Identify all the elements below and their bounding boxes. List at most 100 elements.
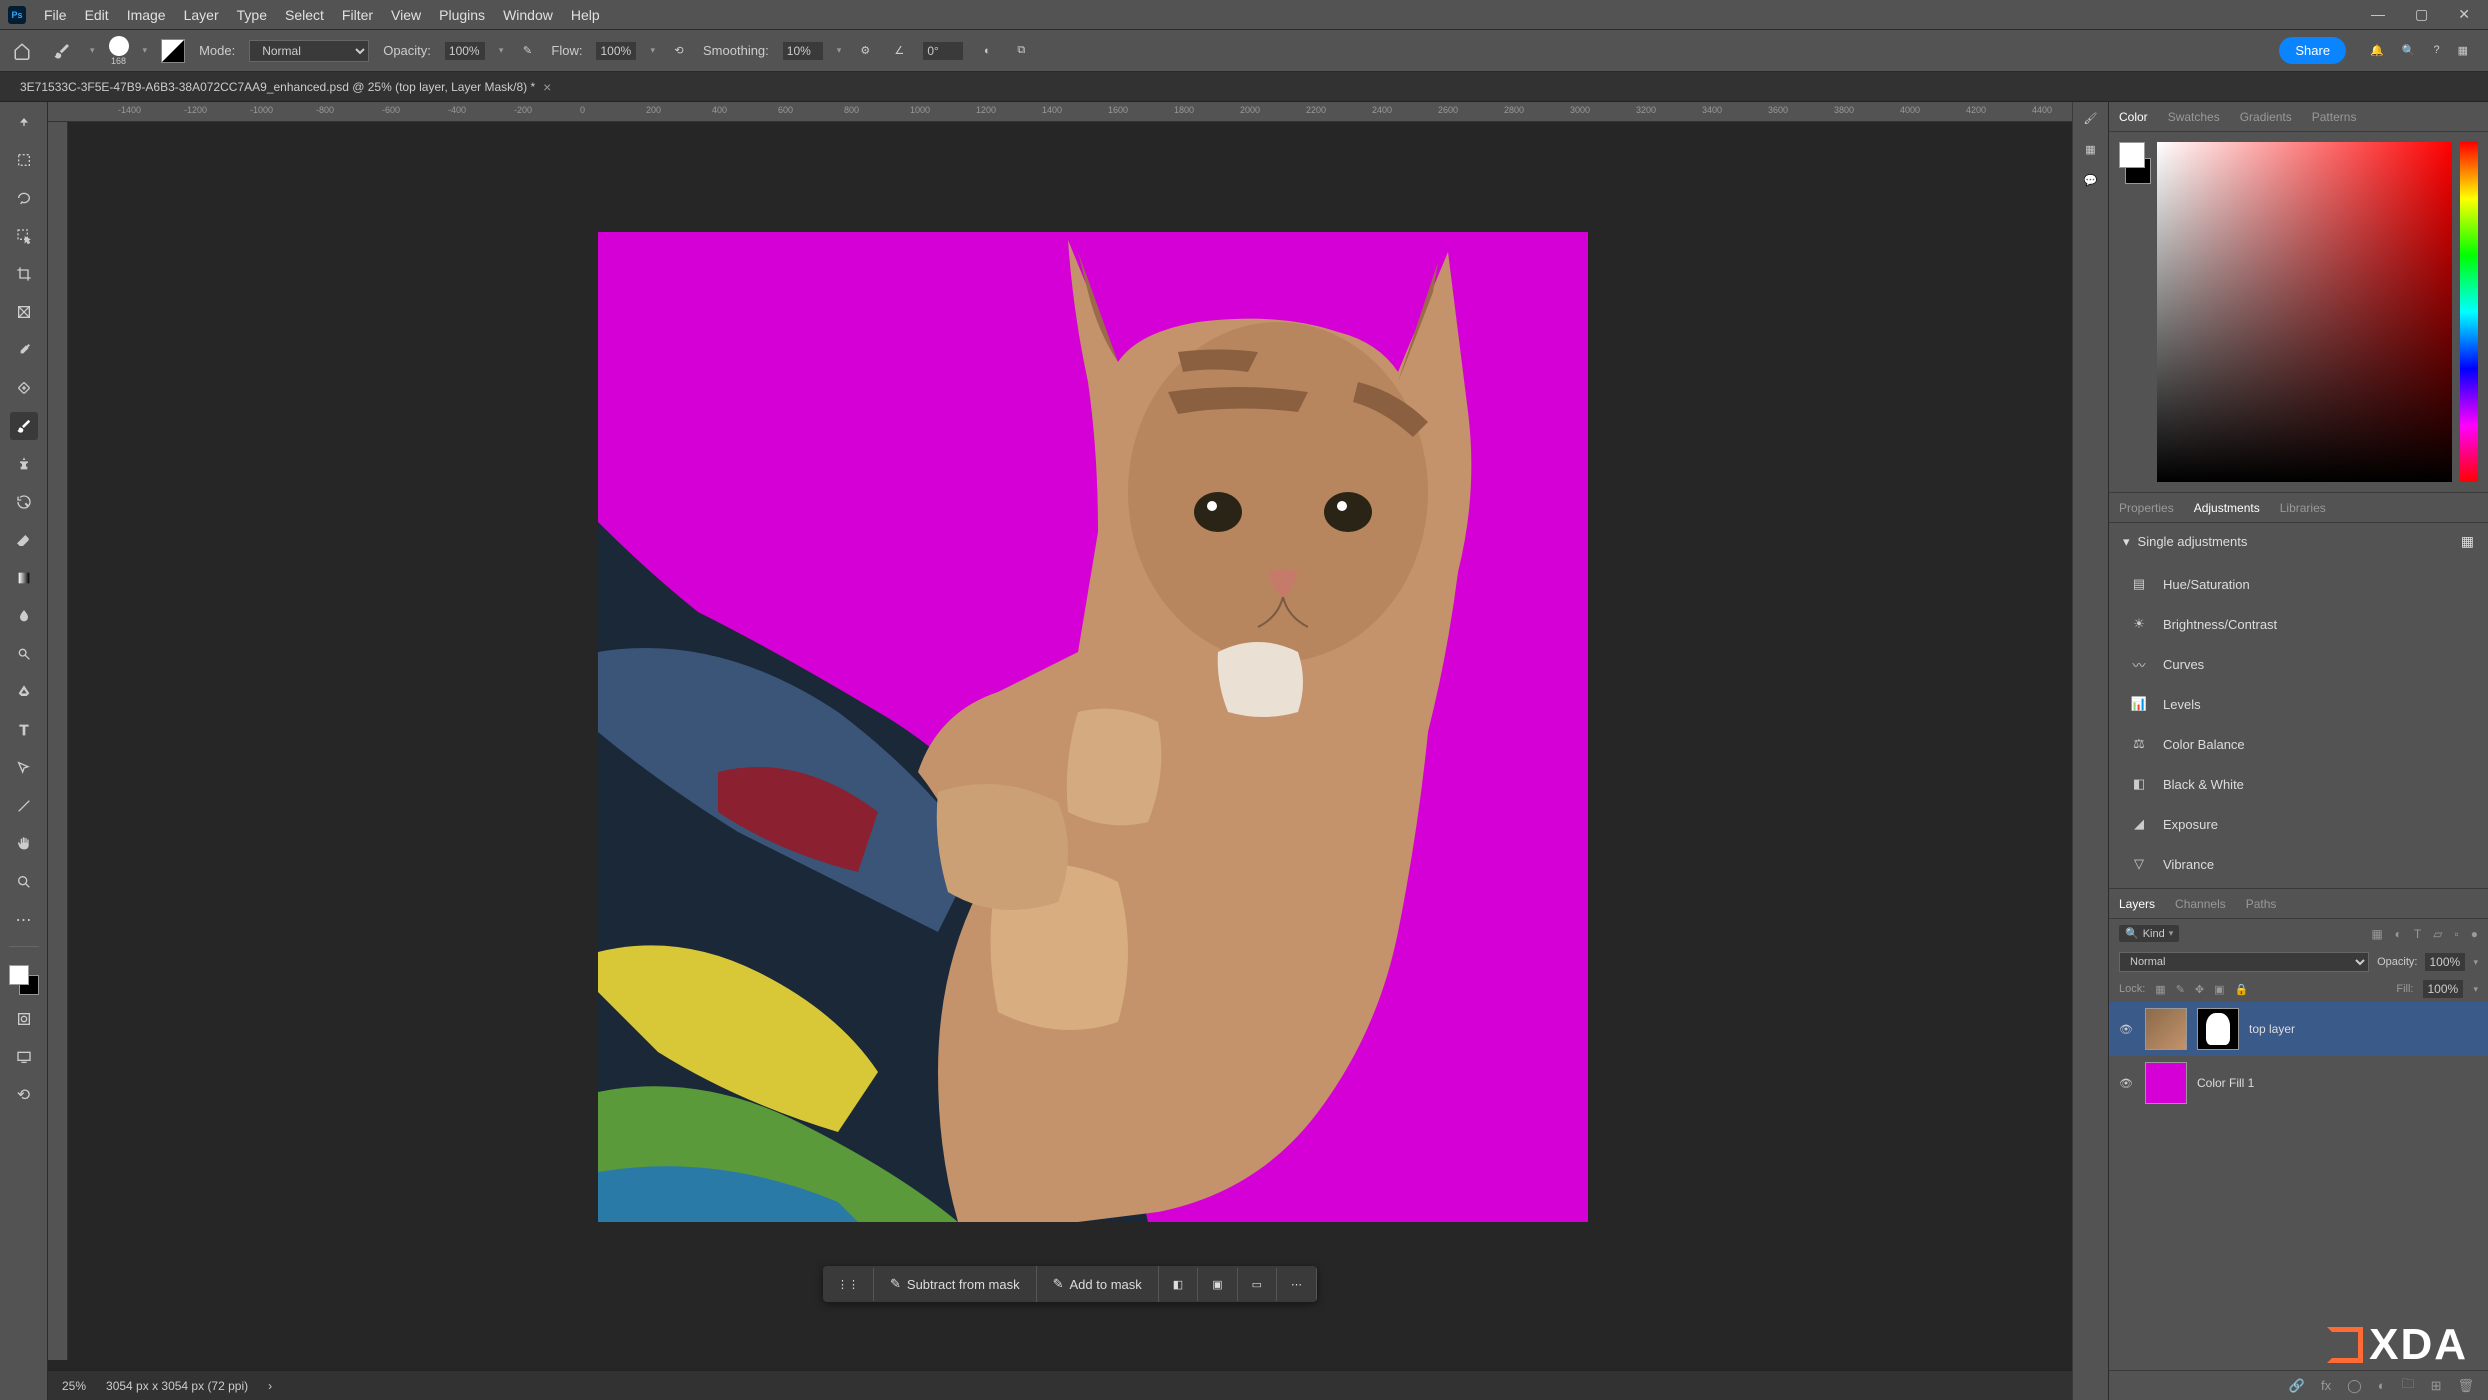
opacity-input[interactable] <box>445 42 485 60</box>
search-icon[interactable]: 🔍 <box>2402 44 2416 57</box>
menu-view[interactable]: View <box>391 7 421 23</box>
delete-layer-icon[interactable]: 🗑 <box>2457 1378 2474 1394</box>
tab-close-icon[interactable]: × <box>543 79 551 95</box>
flow-input[interactable] <box>596 42 636 60</box>
tab-color[interactable]: Color <box>2119 110 2148 124</box>
artboard[interactable] <box>598 232 1588 1222</box>
tab-gradients[interactable]: Gradients <box>2240 110 2292 124</box>
line-tool[interactable] <box>10 792 38 820</box>
share-button[interactable]: Share <box>2279 37 2346 64</box>
angle-input[interactable] <box>923 42 963 60</box>
brush-tool[interactable] <box>10 412 38 440</box>
tab-adjustments[interactable]: Adjustments <box>2194 501 2260 515</box>
new-layer-icon[interactable]: ⊞ <box>2431 1378 2442 1394</box>
history-brush-tool[interactable] <box>10 488 38 516</box>
tab-channels[interactable]: Channels <box>2175 897 2226 911</box>
layer-fill-input[interactable] <box>2423 980 2463 998</box>
home-button[interactable] <box>10 39 34 63</box>
lock-pixels-icon[interactable]: ✎ <box>2176 983 2185 996</box>
menu-file[interactable]: File <box>44 7 67 23</box>
chevron-down-icon[interactable]: ▾ <box>2473 957 2478 968</box>
help-icon[interactable]: ? <box>2433 44 2439 57</box>
smoothing-options-icon[interactable]: ⚙ <box>855 41 875 61</box>
mask-options-icon[interactable]: ▣ <box>1198 1268 1237 1301</box>
menu-select[interactable]: Select <box>285 7 324 23</box>
grid-view-icon[interactable]: ▦ <box>2461 533 2474 550</box>
chevron-down-icon[interactable]: ▾ <box>90 45 95 56</box>
eyedropper-tool[interactable] <box>10 336 38 364</box>
path-selection-tool[interactable] <box>10 754 38 782</box>
layer-filter-select[interactable]: 🔍 Kind ▾ <box>2119 925 2179 942</box>
tab-libraries[interactable]: Libraries <box>2280 501 2326 515</box>
lock-artboard-icon[interactable]: ▣ <box>2214 983 2224 996</box>
vertical-ruler[interactable] <box>48 122 68 1360</box>
type-tool[interactable] <box>10 716 38 744</box>
lock-position-icon[interactable]: ✥ <box>2195 983 2204 996</box>
layer-thumbnail[interactable] <box>2145 1062 2187 1104</box>
menu-image[interactable]: Image <box>127 7 166 23</box>
pressure-opacity-icon[interactable]: ✎ <box>517 41 537 61</box>
adjustment-vibrance[interactable]: ▽Vibrance <box>2109 844 2488 884</box>
lock-transparency-icon[interactable]: ▦ <box>2155 983 2165 996</box>
minimize-icon[interactable]: — <box>2371 6 2385 23</box>
adjustment-exposure[interactable]: ◢Exposure <box>2109 804 2488 844</box>
blend-mode-select[interactable]: Normal <box>249 40 369 62</box>
object-selection-tool[interactable] <box>10 222 38 250</box>
comments-panel-icon[interactable]: 💬 <box>2084 174 2098 187</box>
filter-toggle-icon[interactable]: ● <box>2471 927 2478 941</box>
workspace-icon[interactable]: ▦ <box>2458 44 2468 57</box>
filter-type-icon[interactable]: T <box>2414 927 2421 941</box>
quick-mask-icon[interactable] <box>10 1005 38 1033</box>
color-fg-bg[interactable] <box>2119 142 2149 482</box>
tab-swatches[interactable]: Swatches <box>2168 110 2220 124</box>
zoom-tool[interactable] <box>10 868 38 896</box>
tab-patterns[interactable]: Patterns <box>2312 110 2357 124</box>
menu-filter[interactable]: Filter <box>342 7 373 23</box>
chevron-down-icon[interactable]: ▾ <box>837 45 842 56</box>
lock-all-icon[interactable]: 🔒 <box>2235 983 2249 996</box>
app-logo[interactable]: Ps <box>8 6 26 24</box>
document-dimensions[interactable]: 3054 px x 3054 px (72 ppi) <box>106 1379 248 1393</box>
chevron-down-icon[interactable]: ▾ <box>650 45 655 56</box>
brushes-panel-icon[interactable]: 🖌 <box>2084 112 2098 125</box>
filter-shape-icon[interactable]: ▱ <box>2433 927 2442 941</box>
more-tools-icon[interactable]: ⋯ <box>10 906 38 934</box>
marquee-tool[interactable] <box>10 146 38 174</box>
new-adjustment-icon[interactable]: ◐ <box>2378 1378 2386 1393</box>
adjustments-header[interactable]: ▾ Single adjustments ▦ <box>2109 523 2488 560</box>
close-icon[interactable]: ✕ <box>2458 6 2470 23</box>
smoothing-input[interactable] <box>783 42 823 60</box>
chevron-down-icon[interactable]: ▾ <box>499 45 504 56</box>
layer-mask-thumbnail[interactable] <box>2197 1008 2239 1050</box>
airbrush-icon[interactable]: ⟲ <box>669 41 689 61</box>
layer-style-icon[interactable]: fx <box>2321 1378 2331 1393</box>
maximize-icon[interactable]: ▢ <box>2415 6 2428 23</box>
history-panel-icon[interactable]: ▦ <box>2085 143 2095 156</box>
drag-handle-icon[interactable]: ⋮⋮ <box>823 1268 874 1301</box>
menu-plugins[interactable]: Plugins <box>439 7 485 23</box>
canvas[interactable]: ⋮⋮ ✎ Subtract from mask ✎ Add to mask ◧ … <box>68 122 2072 1370</box>
screen-mode-icon[interactable] <box>10 1043 38 1071</box>
mask-mode-swatch[interactable] <box>161 39 185 63</box>
menu-edit[interactable]: Edit <box>85 7 109 23</box>
menu-layer[interactable]: Layer <box>184 7 219 23</box>
pen-tool[interactable] <box>10 678 38 706</box>
dodge-tool[interactable] <box>10 640 38 668</box>
spot-healing-tool[interactable] <box>10 374 38 402</box>
tab-paths[interactable]: Paths <box>2246 897 2277 911</box>
pressure-size-icon[interactable]: ◐ <box>977 41 997 61</box>
gradient-tool[interactable] <box>10 564 38 592</box>
current-tool-brush-icon[interactable] <box>48 37 76 65</box>
menu-window[interactable]: Window <box>503 7 553 23</box>
hue-slider[interactable] <box>2460 142 2478 482</box>
layer-row-top[interactable]: 👁 top layer <box>2109 1002 2488 1056</box>
adjustment-brightness-contrast[interactable]: ☀Brightness/Contrast <box>2109 604 2488 644</box>
layer-name[interactable]: top layer <box>2249 1022 2295 1036</box>
adjustment-color-balance[interactable]: ⚖Color Balance <box>2109 724 2488 764</box>
tab-properties[interactable]: Properties <box>2119 501 2174 515</box>
visibility-icon[interactable]: 👁 <box>2119 1023 2135 1036</box>
crop-tool[interactable] <box>10 260 38 288</box>
blur-tool[interactable] <box>10 602 38 630</box>
frame-tool[interactable] <box>10 298 38 326</box>
menu-type[interactable]: Type <box>237 7 267 23</box>
